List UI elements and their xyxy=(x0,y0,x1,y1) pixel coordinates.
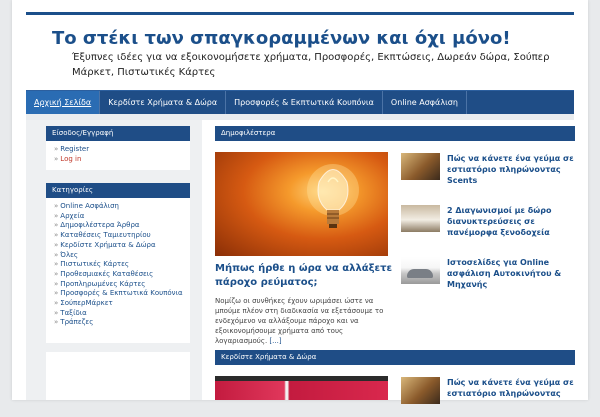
page: Το στέκι των σπαγκοραμμένων και όχι μόνο… xyxy=(12,0,588,404)
section-popular-title: Δημοφιλέστερα xyxy=(215,126,575,141)
category-link[interactable]: » Προθεσμιακές Καταθέσεις xyxy=(54,270,190,280)
login-widget: Είσοδος/Εγγραφή » Register » Log in xyxy=(46,126,190,171)
login-link[interactable]: » Log in xyxy=(54,155,190,165)
post-thumbnail xyxy=(401,257,440,284)
categories-widget: Κατηγορίες » Online Ασφάλιση » Αρχεία » Δημ… xyxy=(46,183,190,343)
nav-item-home[interactable]: Αρχική Σελίδα xyxy=(26,91,101,114)
post-title[interactable]: Ιστοσελίδες για Online ασφάλιση Αυτοκινή… xyxy=(447,257,577,290)
category-link[interactable]: » Προπληρωμένες Κάρτες xyxy=(54,280,190,290)
image-top-bar xyxy=(215,376,388,381)
categories-widget-title: Κατηγορίες xyxy=(46,183,190,198)
nav-item-online-insurance[interactable]: Online Ασφάλιση xyxy=(383,91,467,114)
category-link[interactable]: » ΣούπερΜάρκετ xyxy=(54,299,190,309)
header-top-line xyxy=(26,12,574,15)
login-widget-title: Είσοδος/Εγγραφή xyxy=(46,126,190,141)
post-title[interactable]: Πώς να κάνετε ένα γεύμα σε εστιατόριο πλ… xyxy=(447,377,577,399)
category-link[interactable]: » Ταξίδια xyxy=(54,309,190,319)
section-win-money-title: Κερδίστε Χρήματα & Δώρα xyxy=(215,350,575,365)
category-link[interactable]: » Προσφορές & Εκπτωτικά Κουπόνια xyxy=(54,289,190,299)
empty-widget xyxy=(46,352,190,400)
category-link[interactable]: » Πιστωτικές Κάρτες xyxy=(54,260,190,270)
post-thumbnail xyxy=(401,205,440,232)
featured-post-excerpt: Νομίζω οι συνθήκες έχουν ωριμάσει ώστε ν… xyxy=(215,297,384,345)
sidebar: Είσοδος/Εγγραφή » Register » Log in Κατηγο… xyxy=(26,120,202,400)
register-link[interactable]: » Register xyxy=(54,145,190,155)
login-list: » Register » Log in xyxy=(46,141,190,170)
post-title[interactable]: 2 Διαγωνισμοί με δώρο διανυκτερεύσεις σε… xyxy=(447,205,577,238)
category-link[interactable]: » Τράπεζες xyxy=(54,318,190,328)
post-title[interactable]: Πώς να κάνετε ένα γεύμα σε εστιατόριο πλ… xyxy=(447,153,577,186)
categories-list: » Online Ασφάλιση » Αρχεία » Δημοφιλέστερα … xyxy=(46,198,190,334)
read-more-link[interactable]: [...] xyxy=(269,337,281,345)
post-thumbnail xyxy=(401,153,440,180)
nav-item-win-money[interactable]: Κερδίστε Χρήματα & Δώρα xyxy=(100,91,227,114)
category-link[interactable]: » Δημοφιλέστερα Άρθρα xyxy=(54,221,190,231)
list-item[interactable]: Πώς να κάνετε ένα γεύμα σε εστιατόριο πλ… xyxy=(401,153,581,193)
category-link[interactable]: » Online Ασφάλιση xyxy=(54,202,190,212)
featured-post-title[interactable]: Μήπως ήρθε η ώρα να αλλάξετε πάροχο ρεύμ… xyxy=(215,262,395,290)
category-link[interactable]: » Κερδίστε Χρήματα & Δώρα xyxy=(54,241,190,251)
category-link[interactable]: » Όλες xyxy=(54,251,190,261)
list-item[interactable]: 2 Διαγωνισμοί με δώρο διανυκτερεύσεις σε… xyxy=(401,205,581,245)
main-navigation: Αρχική Σελίδα Κερδίστε Χρήματα & Δώρα Πρ… xyxy=(26,90,574,115)
site-title[interactable]: Το στέκι των σπαγκοραμμένων και όχι μόνο… xyxy=(52,28,511,49)
category-link[interactable]: » Αρχεία xyxy=(54,212,190,222)
nav-item-offers[interactable]: Προσφορές & Εκπτωτικά Κουπόνια xyxy=(226,91,383,114)
lightbulb-icon xyxy=(307,164,359,228)
featured-image-lightbulb[interactable] xyxy=(215,152,388,256)
site-description: Έξυπνες ιδέες για να εξοικονομήσετε χρήμ… xyxy=(72,52,550,78)
featured-image-win-money[interactable] xyxy=(215,376,388,400)
category-link[interactable]: » Καταθέσεις Ταμιευτηρίου xyxy=(54,231,190,241)
car-icon xyxy=(407,269,433,278)
list-item[interactable]: Ιστοσελίδες για Online ασφάλιση Αυτοκινή… xyxy=(401,257,581,297)
list-item[interactable]: Πώς να κάνετε ένα γεύμα σε εστιατόριο πλ… xyxy=(401,377,581,417)
